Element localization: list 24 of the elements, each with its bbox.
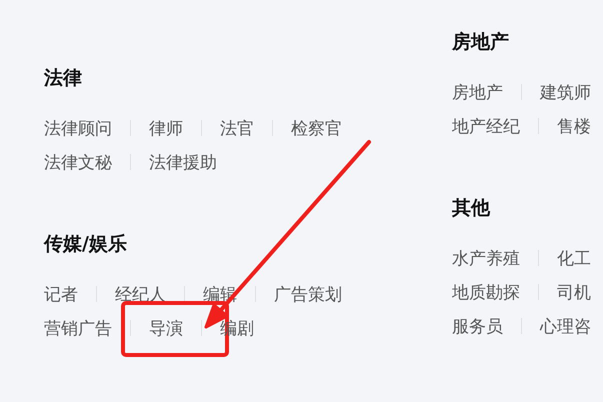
job-link[interactable]: 地质勘探 (452, 280, 520, 304)
job-link[interactable]: 心理咨 (540, 314, 591, 338)
job-link[interactable]: 化工 (557, 246, 591, 270)
job-link[interactable]: 房地产 (452, 80, 503, 104)
job-link[interactable]: 建筑师 (540, 80, 591, 104)
job-link[interactable]: 服务员 (452, 314, 503, 338)
job-link[interactable]: 水产养殖 (452, 246, 520, 270)
job-link[interactable]: 记者 (44, 282, 78, 306)
job-link[interactable]: 律师 (149, 116, 183, 140)
job-link[interactable]: 售楼 (557, 114, 591, 138)
category-heading: 传媒/娱乐 (44, 232, 128, 257)
job-link[interactable]: 法律援助 (149, 150, 217, 174)
job-link[interactable]: 法官 (220, 116, 254, 140)
job-link[interactable]: 地产经纪 (452, 114, 520, 138)
category-heading: 其他 (452, 196, 492, 221)
job-link[interactable]: 司机 (557, 280, 591, 304)
job-link[interactable]: 法律文秘 (44, 150, 112, 174)
category-heading: 法律 (44, 66, 83, 91)
job-link[interactable]: 导演 (149, 316, 183, 340)
job-link[interactable]: 法律顾问 (44, 116, 112, 140)
category-heading: 房地产 (452, 30, 510, 55)
job-link[interactable]: 广告策划 (274, 282, 342, 306)
job-link[interactable]: 检察官 (291, 116, 342, 140)
job-link[interactable]: 营销广告 (44, 316, 112, 340)
